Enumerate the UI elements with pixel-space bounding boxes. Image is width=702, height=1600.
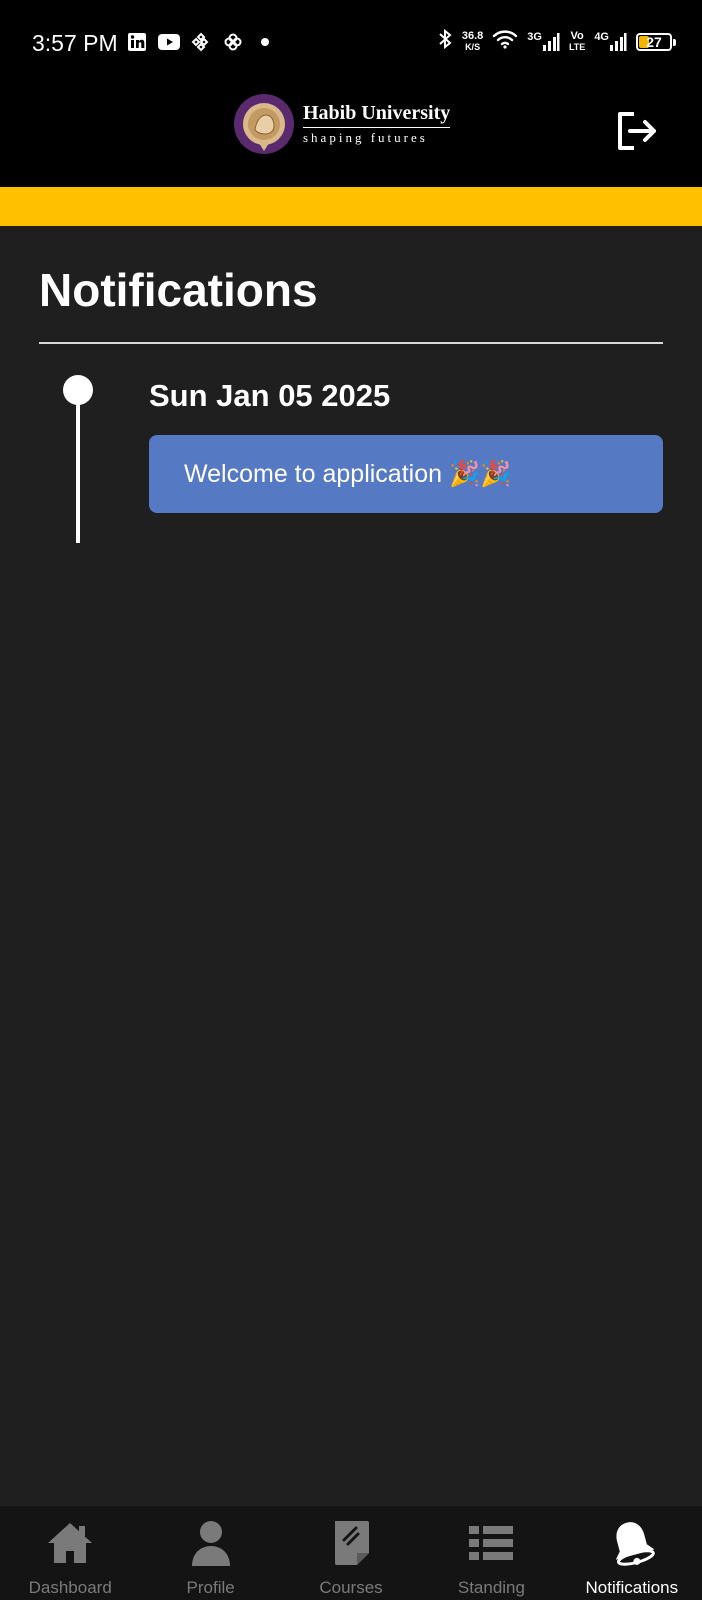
nav-label-courses: Courses [319,1578,383,1597]
nav-item-profile[interactable]: Profile [140,1506,280,1600]
nav-item-dashboard[interactable]: Dashboard [0,1506,140,1600]
logout-icon [618,112,656,150]
bell-icon [615,1522,655,1566]
bottom-navigation: Dashboard Profile Courses Standing Notif… [0,1506,702,1600]
battery-level: 27 [646,33,662,50]
accent-strip [0,187,702,226]
timeline-line [76,400,80,543]
title-divider [39,342,663,344]
volte-bottom: LTE [568,41,586,52]
volte-top: Vo [570,29,584,42]
nav-label-standing: Standing [457,1578,525,1597]
university-seal-icon [234,94,294,154]
network-3g-label: 3G [527,30,542,43]
bluetooth-icon [437,28,453,55]
notification-message: Welcome to application 🎉🎉 [184,460,512,488]
signal-3g: 3G [527,30,560,52]
nav-item-notifications[interactable]: Notifications [562,1506,702,1600]
notification-date: Sun Jan 05 2025 [149,378,391,413]
status-time: 3:57 PM [32,30,118,56]
person-icon [191,1521,230,1566]
signal-bars-icon [610,32,627,51]
wifi-icon [492,29,518,54]
page-title: Notifications [39,264,318,316]
network-speed: 36.8 K/S [461,29,484,53]
youtube-icon [158,32,180,52]
system-indicators: 36.8 K/S 3G Vo LTE 4G 27 [437,28,676,55]
university-tagline: shaping futures [303,130,428,145]
network-speed-value: 36.8 [461,29,484,42]
app-header: Habib University shaping futures [0,80,702,187]
nav-label-profile: Profile [186,1578,235,1597]
nav-item-standing[interactable]: Standing [421,1506,561,1600]
logout-button[interactable] [614,108,660,154]
linkedin-icon [126,32,148,52]
network-4g-label: 4G [594,30,609,43]
signal-4g: 4G [594,30,627,52]
binance-icon [190,32,212,52]
document-icon [335,1521,370,1565]
nav-item-courses[interactable]: Courses [281,1506,421,1600]
list-icon [469,1526,514,1560]
notification-icons [126,32,276,52]
dot-icon [254,32,276,52]
nav-label-notifications: Notifications [585,1578,679,1597]
university-logo: Habib University shaping futures [233,93,451,155]
university-name: Habib University [303,102,451,128]
home-icon [48,1523,93,1563]
notification-card[interactable]: Welcome to application 🎉🎉 [149,435,663,513]
nav-label-dashboard: Dashboard [28,1578,112,1597]
battery-icon: 27 [636,32,676,51]
signal-bars-icon [542,32,560,51]
fan-icon [222,32,244,52]
network-speed-unit: K/S [465,41,481,52]
status-bar: 3:57 PM 36.8 K/S 3G Vo LTE 4G 27 [0,0,702,80]
volte-indicator: Vo LTE [568,29,586,53]
